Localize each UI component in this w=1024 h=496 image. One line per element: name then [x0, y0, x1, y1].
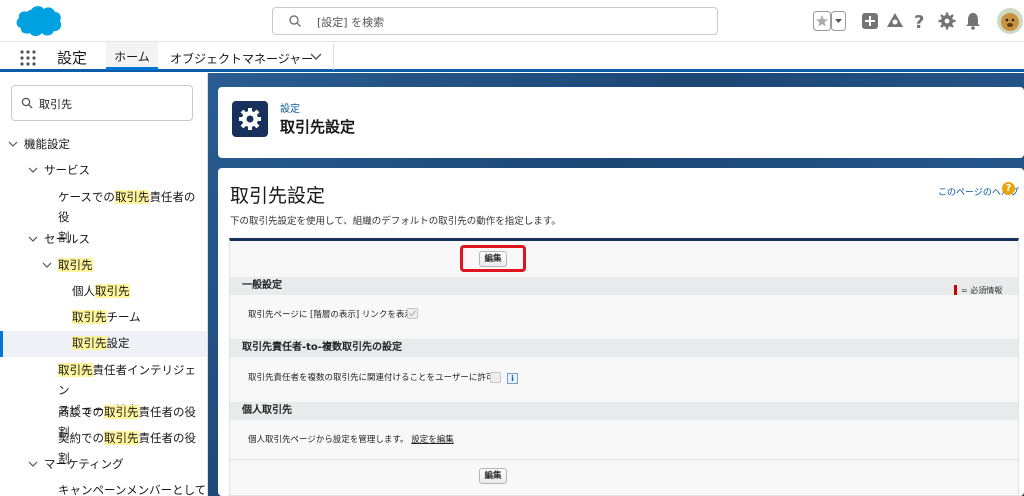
tree-sales[interactable]: セールス	[28, 229, 90, 249]
help-question-icon[interactable]: ?	[1002, 182, 1015, 195]
gear-icon[interactable]	[938, 9, 956, 33]
favorites-star-icon[interactable]	[813, 9, 847, 33]
salesforce-logo[interactable]	[10, 4, 62, 38]
edit-button-top[interactable]: 編集	[479, 251, 507, 267]
setup-sidebar: 取引先 機能設定 サービス ケースでの取引先責任者の役割 セールス 取引先 個人…	[0, 73, 208, 496]
tab-home[interactable]: ホーム	[106, 42, 158, 70]
section-person-accounts: 個人取引先	[230, 402, 1018, 420]
quick-find-value: 取引先	[39, 98, 72, 111]
field-person-accounts-label: 個人取引先ページから設定を管理します。 設定を編集	[248, 435, 454, 445]
page-header-title: 取引先設定	[280, 118, 356, 136]
help-icon[interactable]: ?	[912, 9, 928, 33]
section-general: 一般設定 = 必須情報	[230, 277, 1018, 295]
search-icon	[21, 97, 33, 109]
svg-text:?: ?	[914, 12, 924, 33]
tree-person-accounts[interactable]: 個人取引先	[72, 281, 130, 301]
global-create-icon[interactable]	[861, 9, 879, 33]
global-header: [設定] を検索 ?	[0, 0, 1024, 42]
section-contacts-multi-accounts: 取引先責任者-to-複数取引先の設定	[230, 339, 1018, 357]
field-show-hierarchy-label: 取引先ページに [階層の表示] リンクを表示	[248, 310, 413, 320]
page-header-card: 設定 取引先設定	[218, 87, 1024, 158]
checkmark-icon	[409, 310, 416, 317]
tree-campaign-member[interactable]: キャンペーンメンバーとして	[58, 480, 206, 496]
tree-feature-settings[interactable]: 機能設定	[8, 134, 70, 154]
chevron-down-icon	[8, 141, 18, 147]
chevron-down-icon	[28, 461, 38, 467]
quick-find-input[interactable]: 取引先	[11, 85, 193, 121]
app-launcher-icon[interactable]	[20, 50, 36, 66]
search-placeholder: [設定] を検索	[317, 16, 385, 29]
tab-divider	[333, 44, 334, 70]
tree-account-teams[interactable]: 取引先チーム	[72, 307, 141, 327]
search-icon	[289, 15, 301, 27]
allow-multi-accounts-checkbox[interactable]	[490, 372, 501, 383]
chevron-down-icon	[42, 262, 52, 268]
page-title: 取引先設定	[230, 185, 326, 207]
tab-object-manager[interactable]: オブジェクトマネージャー	[170, 50, 313, 67]
notification-bell-icon[interactable]	[964, 9, 982, 33]
global-search-input[interactable]: [設定] を検索	[272, 7, 718, 35]
user-avatar[interactable]	[996, 5, 1024, 37]
divider	[230, 459, 1018, 460]
page-description: 下の取引先設定を使用して、組織のデフォルトの取引先の動作を指定します。	[230, 216, 561, 227]
info-icon[interactable]: i	[507, 373, 518, 384]
app-name: 設定	[57, 49, 88, 67]
tree-account-settings[interactable]: 取引先設定	[72, 333, 130, 353]
edit-button-bottom[interactable]: 編集	[479, 468, 507, 484]
settings-block: 編集 一般設定 = 必須情報 取引先ページに [階層の表示] リンクを表示 取引…	[229, 238, 1019, 496]
field-allow-multi-accounts-label: 取引先責任者を複数の取引先に関連付けることをユーザーに許可	[248, 373, 495, 383]
required-bar-icon	[954, 285, 957, 295]
app-nav-bar: 設定 ホーム オブジェクトマネージャー	[0, 42, 1024, 72]
chevron-down-icon	[28, 167, 38, 173]
setup-content-card: 取引先設定 このページのヘルプ ? 下の取引先設定を使用して、組織のデフォルトの…	[218, 168, 1024, 496]
trailhead-icon[interactable]	[886, 9, 904, 33]
required-legend: = 必須情報	[954, 282, 1002, 300]
chevron-down-icon	[28, 236, 38, 242]
breadcrumb[interactable]: 設定	[280, 100, 300, 115]
tree-accounts[interactable]: 取引先	[42, 255, 93, 275]
settings-tile	[232, 101, 268, 137]
chevron-down-icon[interactable]	[310, 52, 322, 62]
show-hierarchy-checkbox[interactable]	[407, 308, 418, 319]
edit-settings-link[interactable]: 設定を編集	[411, 435, 454, 445]
gear-icon	[239, 108, 261, 130]
tree-marketing[interactable]: マーケティング	[28, 454, 124, 474]
tree-service[interactable]: サービス	[28, 160, 90, 180]
